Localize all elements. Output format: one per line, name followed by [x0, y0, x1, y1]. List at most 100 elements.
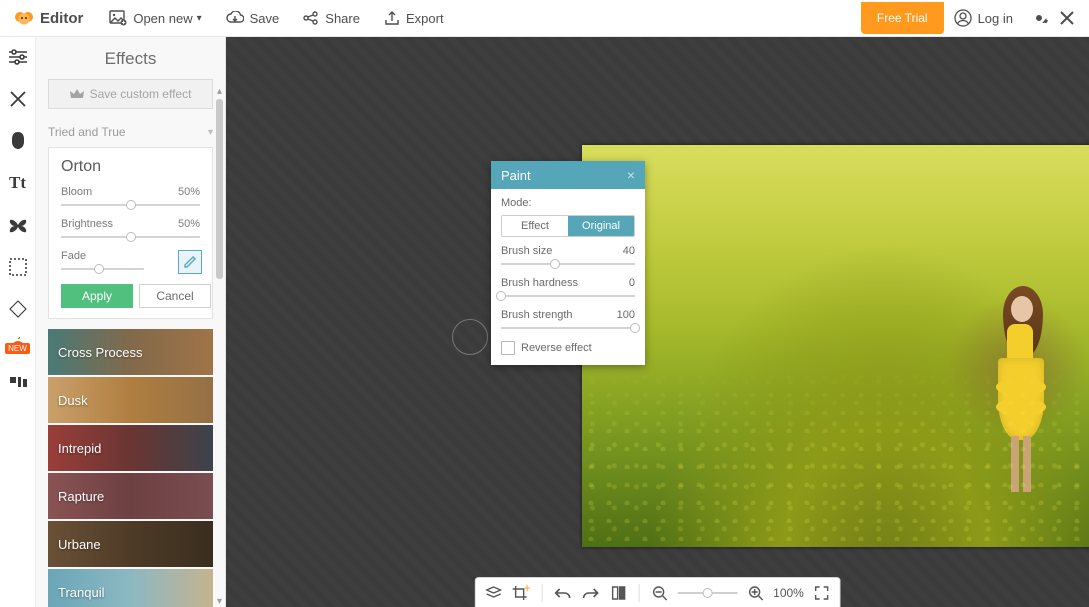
- text-icon: Tt: [9, 173, 26, 193]
- share-button[interactable]: Share: [291, 0, 372, 36]
- cloud-save-icon: [226, 11, 244, 25]
- tool-rail: Tt NEW: [0, 37, 36, 607]
- mode-effect-button[interactable]: Effect: [502, 216, 568, 236]
- zoom-slider[interactable]: [677, 588, 737, 598]
- save-button[interactable]: Save: [214, 0, 292, 36]
- login-label: Log in: [978, 11, 1013, 26]
- brush-hardness-label: Brush hardness: [501, 277, 578, 289]
- panel-scrollbar[interactable]: ▴ ▾: [215, 87, 224, 607]
- image-subject: [993, 278, 1048, 498]
- brush-icon: [182, 254, 198, 270]
- bloom-slider[interactable]: Bloom50%: [61, 186, 200, 210]
- zoom-in-button[interactable]: [745, 583, 765, 603]
- mode-segment: Effect Original: [501, 215, 635, 237]
- layers-icon: [485, 586, 501, 600]
- image-plus-icon: [109, 10, 127, 26]
- reverse-effect-label: Reverse effect: [521, 342, 592, 354]
- rail-effects[interactable]: [4, 211, 32, 239]
- fullscreen-icon: [815, 586, 829, 600]
- effect-tile[interactable]: Tranquil: [48, 569, 213, 607]
- gear-icon: [1030, 9, 1048, 27]
- fullscreen-button[interactable]: [812, 583, 832, 603]
- layers-button[interactable]: [483, 583, 503, 603]
- brush-hardness-slider[interactable]: Brush hardness 0: [501, 277, 635, 301]
- rail-misc[interactable]: [4, 368, 32, 396]
- export-label: Export: [406, 11, 444, 26]
- login-button[interactable]: Log in: [944, 9, 1023, 27]
- bottom-toolbar: + 100%: [474, 577, 841, 607]
- rail-touchup[interactable]: [4, 85, 32, 113]
- close-icon: [1060, 11, 1074, 25]
- effect-tile[interactable]: Urbane: [48, 521, 213, 567]
- zoom-in-icon: [747, 585, 763, 601]
- reverse-effect-checkbox[interactable]: Reverse effect: [501, 341, 635, 355]
- canvas-area[interactable]: Paint × Mode: Effect Original Brush size…: [226, 37, 1089, 607]
- flip-button[interactable]: [608, 583, 628, 603]
- brush-size-slider[interactable]: Brush size 40: [501, 245, 635, 269]
- rail-adjust[interactable]: [4, 43, 32, 71]
- effect-tile[interactable]: Rapture: [48, 473, 213, 519]
- export-button[interactable]: Export: [372, 0, 456, 36]
- brightness-slider[interactable]: Brightness50%: [61, 218, 200, 242]
- panel-title: Effects: [36, 37, 225, 79]
- orton-title: Orton: [61, 158, 200, 176]
- mode-original-button[interactable]: Original: [568, 216, 634, 236]
- brush-hardness-value: 0: [629, 277, 635, 289]
- zoom-out-button[interactable]: [649, 583, 669, 603]
- save-custom-effect-button[interactable]: Save custom effect: [48, 79, 213, 109]
- effects-panel: Effects Save custom effect Tried and Tru…: [36, 37, 226, 607]
- group-label: Tried and True: [48, 125, 126, 139]
- scroll-down-arrow[interactable]: ▾: [215, 597, 224, 607]
- canvas-image[interactable]: [582, 145, 1089, 547]
- frame-icon: [9, 258, 27, 276]
- paint-panel: Paint × Mode: Effect Original Brush size…: [491, 161, 645, 365]
- open-new-label: Open new: [133, 11, 192, 26]
- paint-close-button[interactable]: ×: [627, 167, 635, 183]
- open-new-button[interactable]: Open new ▾: [97, 0, 213, 36]
- save-effect-label: Save custom effect: [90, 87, 192, 101]
- face-icon: [8, 131, 28, 151]
- brush-strength-slider[interactable]: Brush strength 100: [501, 309, 635, 333]
- butterfly-icon: [8, 217, 28, 233]
- brush-strength-value: 100: [617, 309, 635, 321]
- new-badge: NEW: [5, 343, 30, 354]
- orton-card: Orton Bloom50% Brightness50% Fade30%: [48, 147, 213, 319]
- zoom-out-icon: [651, 585, 667, 601]
- flip-icon: [610, 585, 626, 601]
- bloom-label: Bloom: [61, 186, 92, 198]
- rail-frames[interactable]: [4, 253, 32, 281]
- rail-themes[interactable]: NEW: [4, 337, 32, 354]
- mode-label: Mode:: [501, 197, 635, 209]
- effect-tile[interactable]: Dusk: [48, 377, 213, 423]
- brush-strength-label: Brush strength: [501, 309, 573, 321]
- effect-tile[interactable]: Cross Process: [48, 329, 213, 375]
- apply-button[interactable]: Apply: [61, 284, 133, 308]
- app-logo: Editor: [0, 9, 97, 27]
- effect-tile[interactable]: Intrepid: [48, 425, 213, 471]
- redo-button[interactable]: [580, 583, 600, 603]
- cancel-button[interactable]: Cancel: [139, 284, 211, 308]
- effect-group-header[interactable]: Tried and True ▾: [48, 121, 213, 147]
- texture-icon: [9, 300, 27, 318]
- settings-button[interactable]: [1027, 6, 1051, 30]
- crop-button[interactable]: +: [511, 583, 531, 603]
- free-trial-button[interactable]: Free Trial: [861, 2, 944, 34]
- undo-button[interactable]: [552, 583, 572, 603]
- share-label: Share: [325, 11, 360, 26]
- paint-brush-toggle[interactable]: [178, 250, 202, 274]
- paint-header[interactable]: Paint ×: [491, 161, 645, 189]
- crown-icon: [70, 88, 84, 100]
- undo-icon: [554, 587, 570, 599]
- brush-size-label: Brush size: [501, 245, 552, 257]
- rail-portrait[interactable]: [4, 127, 32, 155]
- redo-icon: [582, 587, 598, 599]
- chevron-down-icon: ▾: [208, 127, 213, 138]
- scroll-up-arrow[interactable]: ▴: [215, 87, 224, 97]
- scrollbar-thumb[interactable]: [216, 99, 223, 279]
- rail-text[interactable]: Tt: [4, 169, 32, 197]
- rail-textures[interactable]: [4, 295, 32, 323]
- close-app-button[interactable]: [1055, 6, 1079, 30]
- export-icon: [384, 10, 400, 26]
- chevron-down-icon: ▾: [197, 13, 202, 24]
- brush-size-value: 40: [623, 245, 635, 257]
